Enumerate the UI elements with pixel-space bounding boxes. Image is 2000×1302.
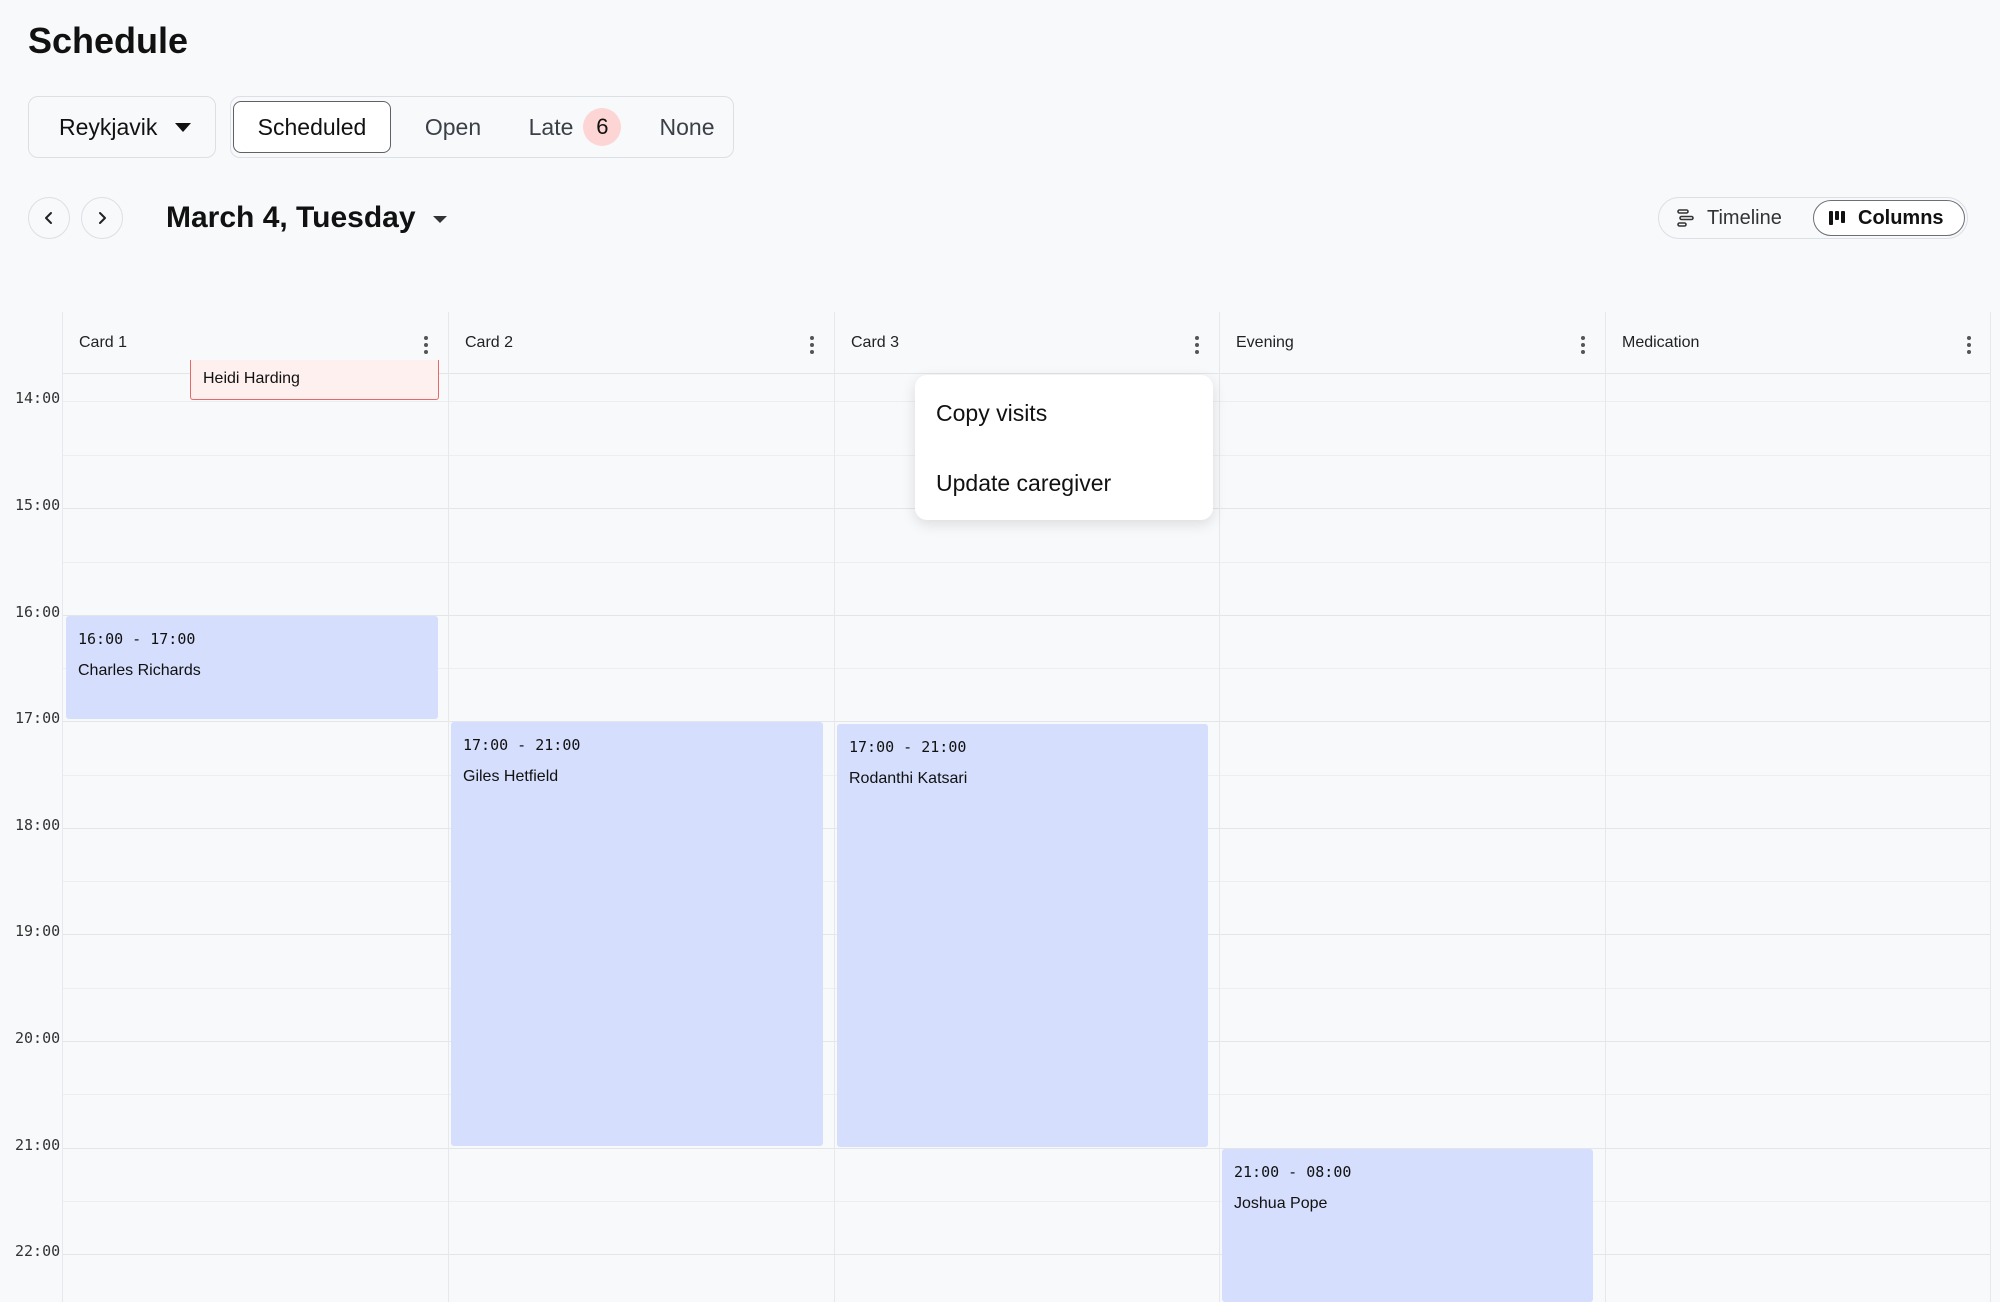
- column-header-card-2: Card 2: [448, 312, 834, 374]
- date-picker-label[interactable]: March 4, Tuesday: [166, 198, 416, 238]
- time-label: 17:00: [15, 709, 61, 727]
- grid-line: [62, 562, 1990, 563]
- column-title: Medication: [1622, 334, 1700, 351]
- more-vertical-icon[interactable]: [1967, 336, 1971, 357]
- time-label: 19:00: [15, 922, 61, 940]
- column-title: Card 2: [465, 334, 514, 351]
- column-title: Card 3: [851, 334, 900, 351]
- column-divider: [1605, 312, 1606, 1302]
- column-header-evening: Evening: [1219, 312, 1605, 374]
- chevron-right-icon: [99, 212, 106, 224]
- column-divider: [62, 312, 63, 1302]
- timeline-view-button[interactable]: Timeline: [1663, 200, 1813, 236]
- visit-card[interactable]: 17:00 - 21:00 Rodanthi Katsari: [837, 724, 1208, 1147]
- time-label: 21:00: [15, 1136, 61, 1154]
- tab-scheduled[interactable]: Scheduled: [233, 101, 391, 153]
- tab-open[interactable]: Open: [403, 101, 503, 153]
- visit-time: 21:00 - 08:00: [1234, 1163, 1352, 1181]
- column-divider: [448, 312, 449, 1302]
- column-divider: [834, 312, 835, 1302]
- visit-card[interactable]: 16:00 - 17:00 Charles Richards: [66, 616, 438, 719]
- visit-time: 17:00 - 21:00: [463, 736, 581, 754]
- time-label: 22:00: [15, 1242, 61, 1260]
- time-label: 14:00: [15, 389, 61, 407]
- next-day-button[interactable]: [81, 197, 123, 239]
- visit-name: Rodanthi Katsari: [849, 770, 968, 787]
- visit-name: Charles Richards: [78, 662, 201, 679]
- tab-late[interactable]: Late 6: [511, 101, 639, 153]
- grid-line: [62, 1254, 1990, 1255]
- late-visit-card[interactable]: Heidi Harding: [190, 360, 439, 400]
- column-context-menu: Copy visits Update caregiver: [915, 375, 1213, 520]
- update-caregiver-menu-item[interactable]: Update caregiver: [936, 470, 1111, 497]
- column-divider: [1219, 312, 1220, 1302]
- columns-icon: [1829, 211, 1845, 225]
- visit-card[interactable]: 21:00 - 08:00 Joshua Pope: [1222, 1149, 1593, 1302]
- column-header-medication: Medication: [1605, 312, 1991, 374]
- timeline-label: Timeline: [1707, 206, 1782, 229]
- time-label: 16:00: [15, 603, 61, 621]
- grid-line: [62, 1201, 1990, 1202]
- tab-none[interactable]: None: [647, 101, 727, 153]
- visit-time: 16:00 - 17:00: [78, 630, 196, 648]
- visit-card[interactable]: 17:00 - 21:00 Giles Hetfield: [451, 722, 823, 1146]
- time-label: 20:00: [15, 1029, 61, 1047]
- more-vertical-icon[interactable]: [1581, 336, 1585, 357]
- visit-name: Heidi Harding: [203, 370, 300, 387]
- tab-late-label: Late: [528, 113, 574, 140]
- chevron-left-icon: [45, 212, 52, 224]
- more-vertical-icon[interactable]: [810, 336, 814, 357]
- column-header-card-3: Card 3: [834, 312, 1219, 374]
- location-dropdown[interactable]: Reykjavik: [28, 96, 216, 158]
- time-label: 18:00: [15, 816, 61, 834]
- late-count-badge: 6: [583, 108, 622, 146]
- visit-name: Giles Hetfield: [463, 768, 559, 785]
- copy-visits-menu-item[interactable]: Copy visits: [936, 400, 1047, 427]
- previous-day-button[interactable]: [28, 197, 70, 239]
- columns-view-button[interactable]: Columns: [1813, 200, 1965, 236]
- location-label: Reykjavik: [59, 113, 158, 140]
- timeline-icon: [1677, 209, 1694, 227]
- status-filter-group: Scheduled Open Late 6 None: [230, 96, 734, 158]
- visit-time: 17:00 - 21:00: [849, 738, 967, 756]
- grid-line: [62, 721, 1990, 722]
- columns-label: Columns: [1858, 206, 1944, 229]
- column-divider: [1990, 312, 1991, 1302]
- page-title: Schedule: [28, 20, 189, 61]
- more-vertical-icon[interactable]: [424, 336, 428, 357]
- caret-down-icon: [175, 123, 191, 132]
- view-toggle: Timeline Columns: [1658, 197, 1968, 239]
- caret-down-icon[interactable]: [433, 216, 447, 223]
- visit-name: Joshua Pope: [1234, 1195, 1328, 1212]
- column-title: Card 1: [79, 334, 128, 351]
- more-vertical-icon[interactable]: [1195, 336, 1199, 357]
- time-label: 15:00: [15, 496, 61, 514]
- grid-line: [62, 1148, 1990, 1149]
- column-title: Evening: [1236, 334, 1294, 351]
